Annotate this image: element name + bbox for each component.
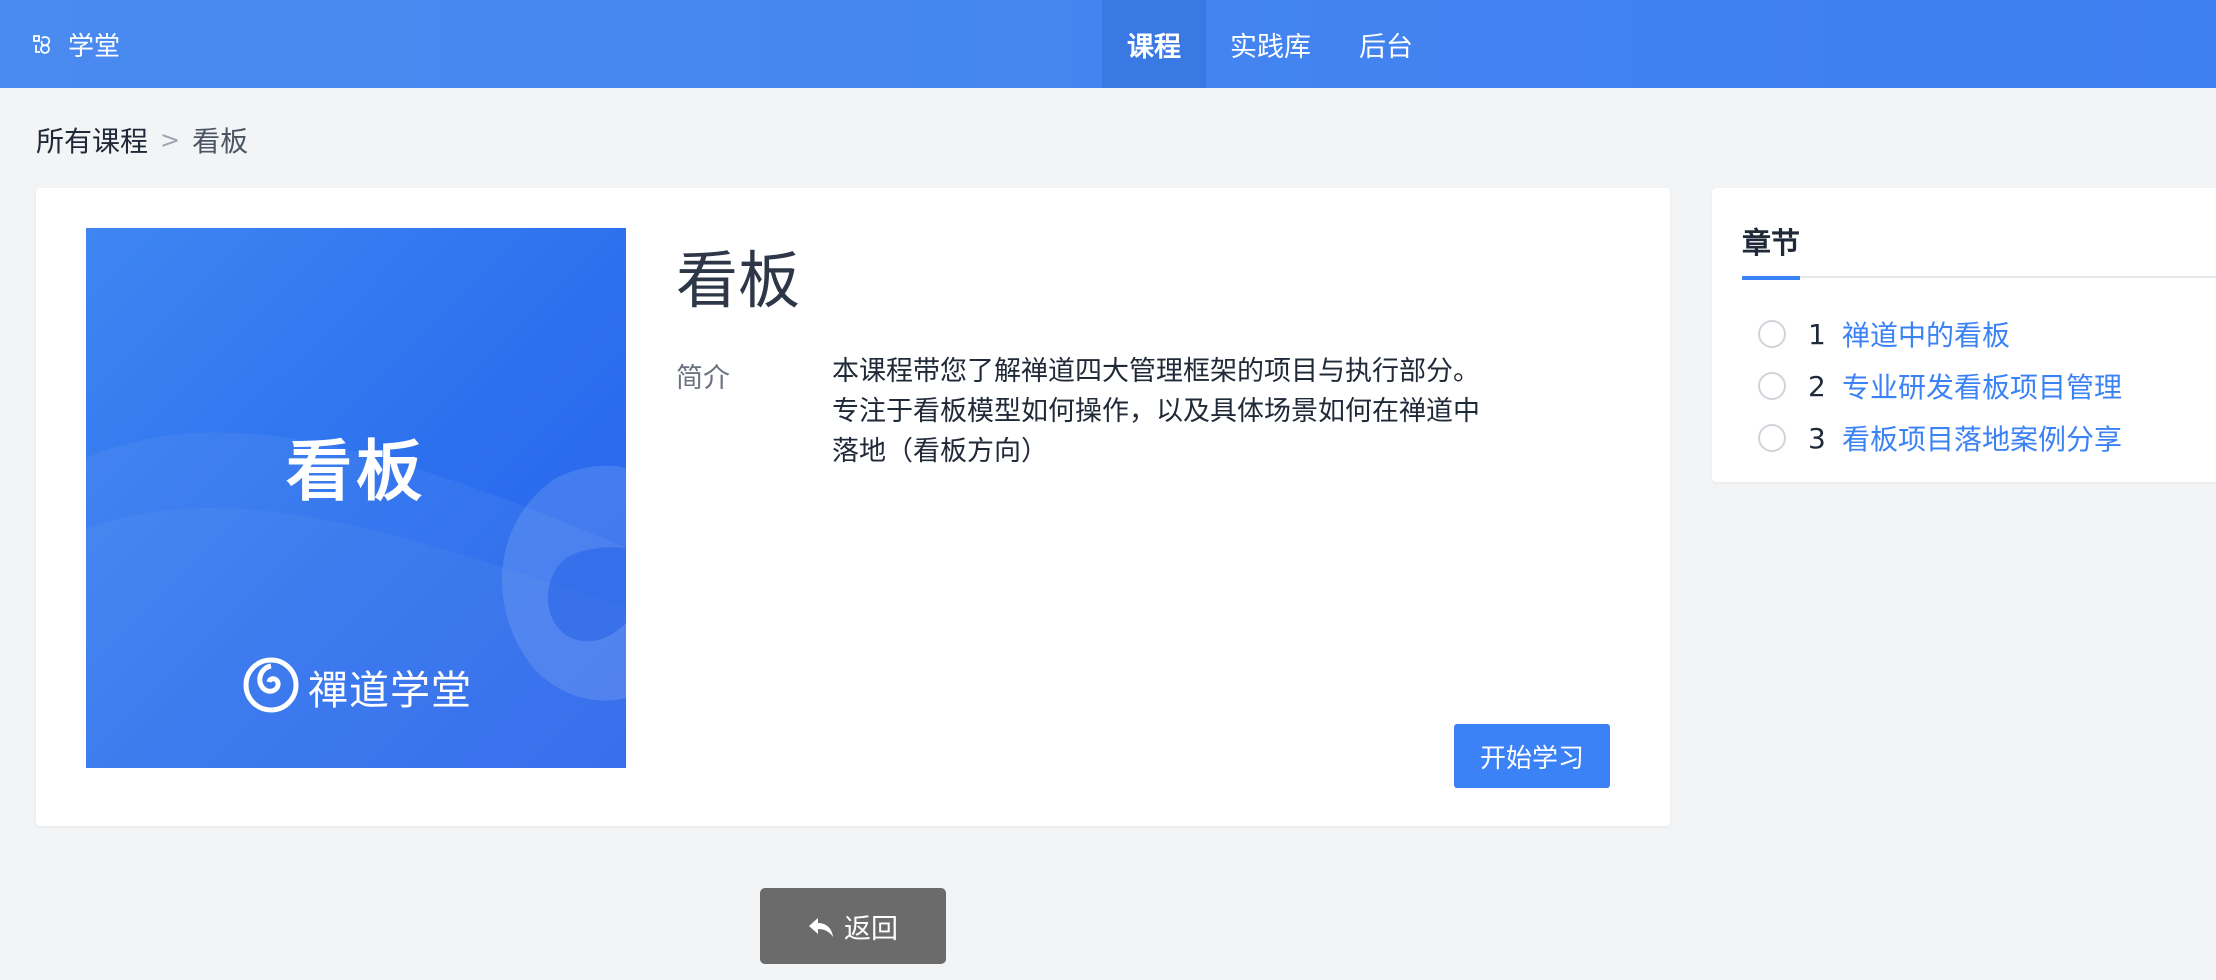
nav-courses[interactable]: 课程 bbox=[1102, 0, 1206, 88]
chapter-number: 3 bbox=[1808, 421, 1826, 455]
chapter-link[interactable]: 禅道中的看板 bbox=[1842, 314, 2010, 354]
chapters-title: 章节 bbox=[1742, 220, 1801, 280]
cover-brand-logo: 禪道学堂 bbox=[242, 654, 472, 720]
intro-text: 本课程带您了解禅道四大管理框架的项目与执行部分。专注于看板模型如何操作，以及具体… bbox=[832, 356, 1480, 467]
chapter-link[interactable]: 看板项目落地案例分享 bbox=[1842, 418, 2122, 458]
chapter-status-circle-icon bbox=[1758, 424, 1786, 452]
cover-title: 看板 bbox=[286, 433, 426, 510]
chapter-status-circle-icon bbox=[1758, 372, 1786, 400]
intro-label: 简介 bbox=[676, 363, 730, 394]
brand-label: 学堂 bbox=[68, 31, 121, 62]
chapter-number: 1 bbox=[1808, 317, 1826, 351]
top-nav-bar: 学堂 课程 实践库 后台 bbox=[0, 0, 2216, 88]
course-cover-image: 看板 禪道学堂 bbox=[86, 228, 626, 768]
breadcrumb-current: 看板 bbox=[192, 125, 249, 158]
academy-logo-icon bbox=[30, 32, 54, 56]
chapters-header: 章节 bbox=[1742, 188, 2216, 280]
breadcrumb: 所有课程 > 看板 bbox=[36, 120, 248, 160]
main-nav: 课程 实践库 后台 bbox=[1102, 0, 1437, 88]
chapter-item[interactable]: 3 看板项目落地案例分享 bbox=[1758, 412, 2122, 464]
cover-brand-text: 禪道学堂 bbox=[308, 668, 472, 714]
course-card: 看板 禪道学堂 看板 简介 本课程带您了解禅道四大管理框架的项目与执行部分。专注… bbox=[36, 188, 1670, 826]
reply-arrow-icon bbox=[808, 915, 834, 937]
back-button[interactable]: 返回 bbox=[760, 888, 946, 964]
chapter-status-circle-icon bbox=[1758, 320, 1786, 348]
chapters-panel: 章节 1 禅道中的看板 2 专业研发看板项目管理 3 看板项目落地案例分享 bbox=[1712, 188, 2216, 482]
course-title: 看板 bbox=[676, 244, 801, 317]
brand[interactable]: 学堂 bbox=[30, 0, 120, 88]
chapter-number: 2 bbox=[1808, 369, 1826, 403]
zentao-swirl-icon bbox=[242, 656, 300, 718]
nav-practice-library[interactable]: 实践库 bbox=[1206, 0, 1335, 88]
breadcrumb-separator: > bbox=[160, 126, 181, 154]
chapter-link[interactable]: 专业研发看板项目管理 bbox=[1842, 366, 2122, 406]
nav-admin[interactable]: 后台 bbox=[1335, 0, 1437, 88]
chapter-item[interactable]: 2 专业研发看板项目管理 bbox=[1758, 360, 2122, 412]
back-label: 返回 bbox=[844, 913, 898, 945]
start-learning-button[interactable]: 开始学习 bbox=[1454, 724, 1610, 788]
breadcrumb-all-courses[interactable]: 所有课程 bbox=[36, 120, 148, 160]
chapter-list: 1 禅道中的看板 2 专业研发看板项目管理 3 看板项目落地案例分享 bbox=[1758, 308, 2122, 464]
chapter-item[interactable]: 1 禅道中的看板 bbox=[1758, 308, 2122, 360]
